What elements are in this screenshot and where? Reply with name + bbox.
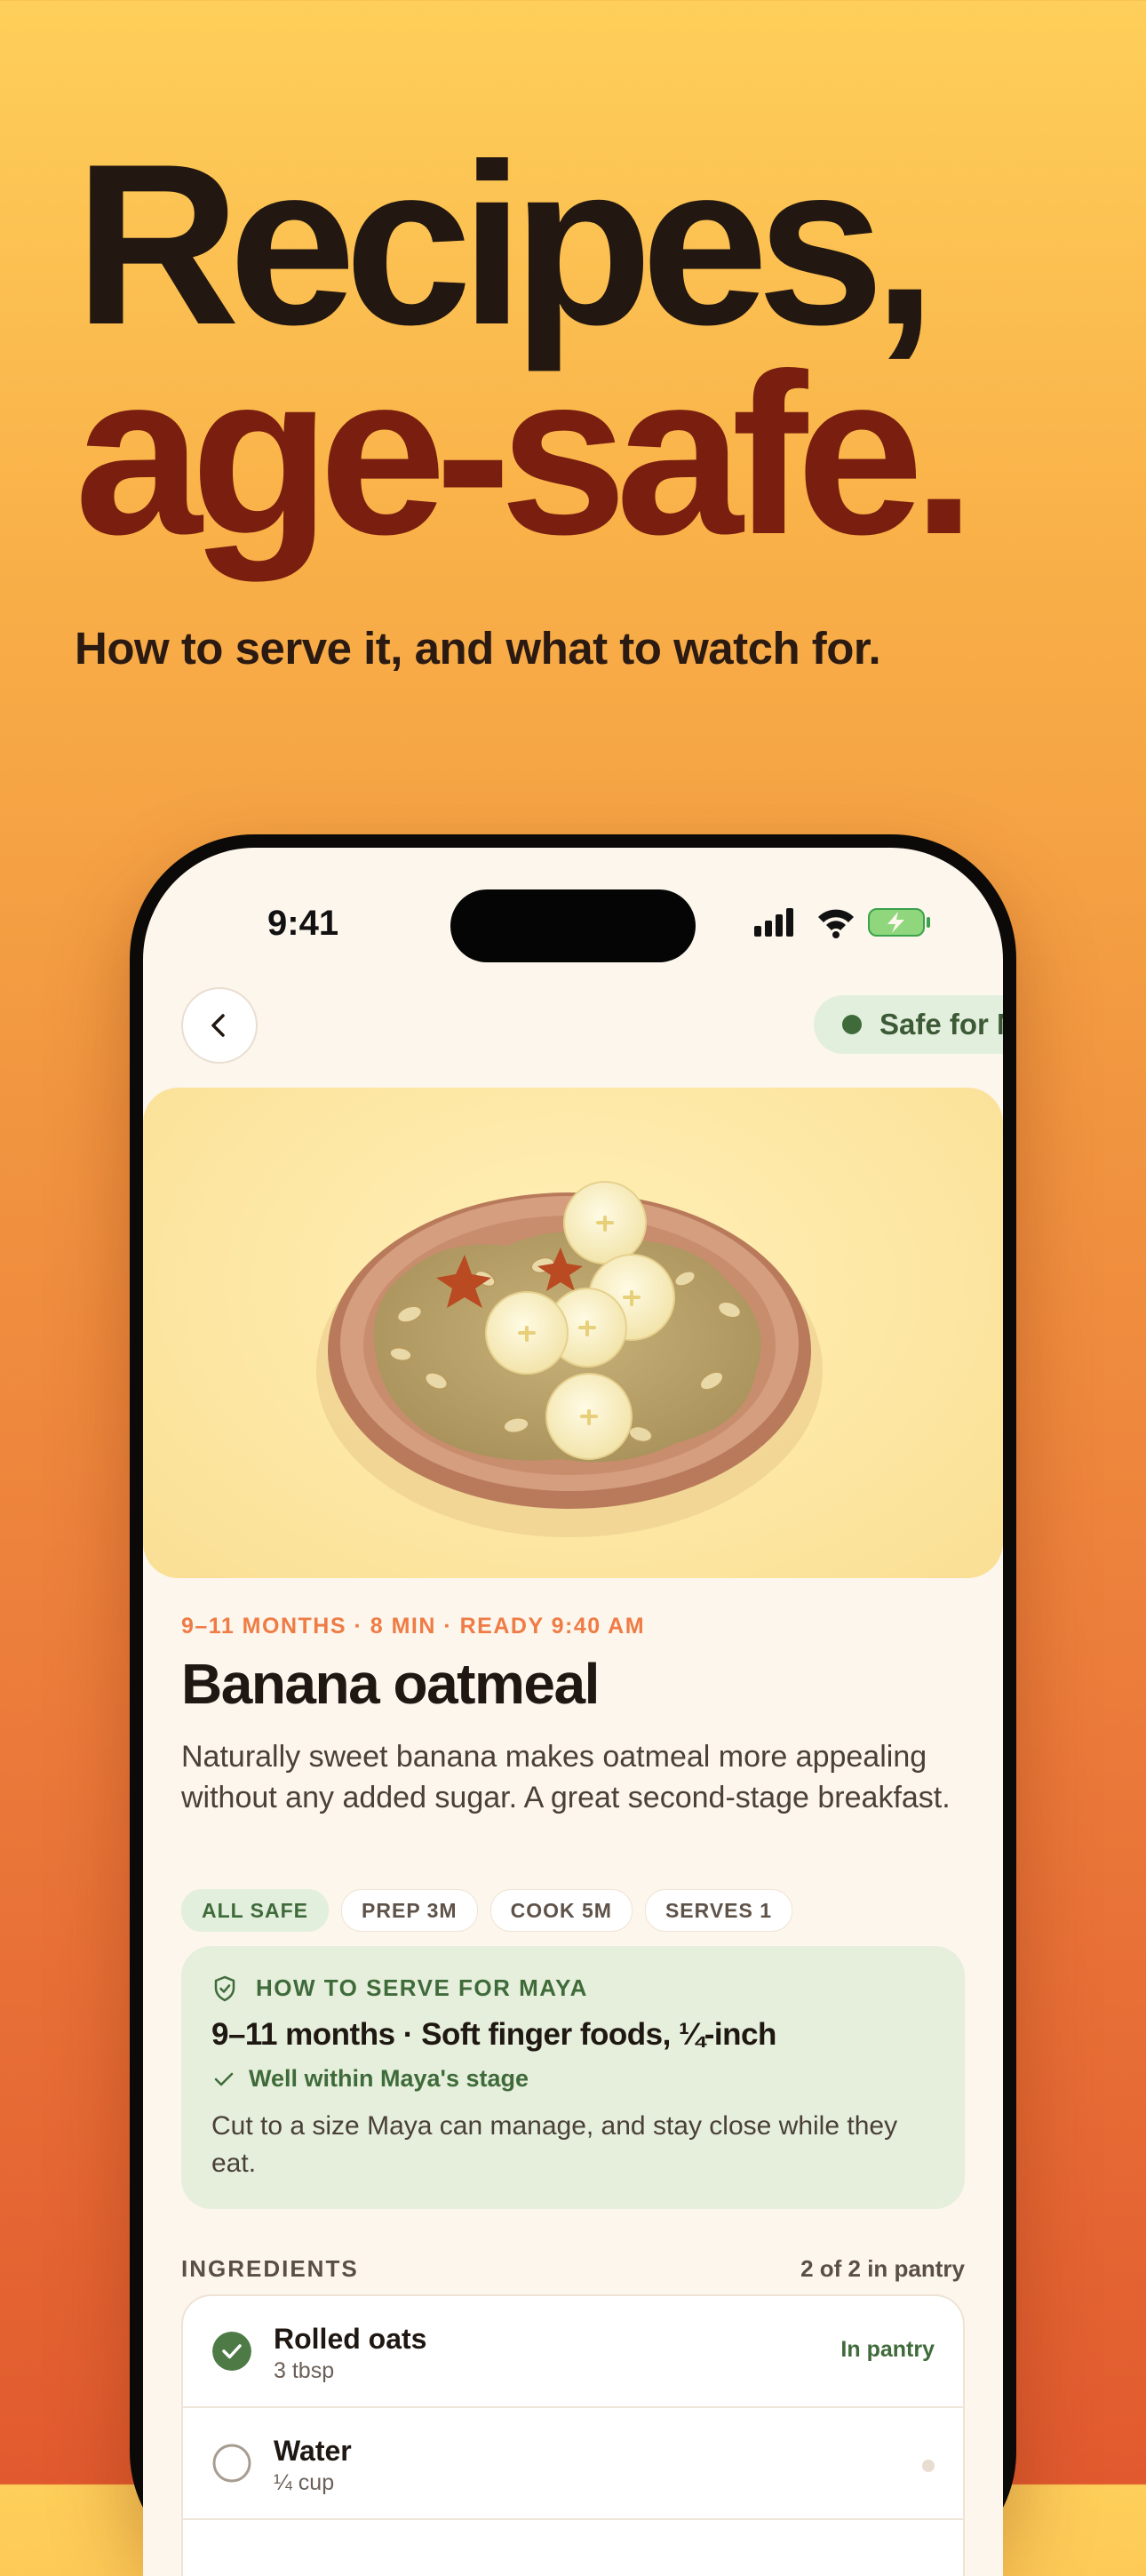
promo-headline: Recipes, age-safe. [75, 116, 976, 582]
check-icon [214, 2072, 234, 2086]
shield-check-icon [214, 1975, 235, 2001]
headline-line-1: Recipes, [75, 116, 936, 372]
back-chevron-icon [211, 1014, 225, 1037]
stage-check: Well within Maya's stage [213, 2065, 529, 2093]
ingredient-name: Rolled oats [274, 2323, 427, 2355]
battery-charging-icon [868, 908, 930, 937]
promo-subhead: How to serve it, and what to watch for. [75, 623, 881, 674]
oatmeal-bowl-illustration [316, 1181, 823, 1537]
recipe-hero-image [143, 1088, 1003, 1578]
pantry-status: In pantry [840, 2337, 935, 2362]
ingredient-row[interactable]: Water ¼ cup [183, 2408, 963, 2520]
dynamic-island [450, 889, 696, 962]
ingredients-list: Rolled oats 3 tbsp In pantry Water ¼ cup [181, 2294, 965, 2576]
ingredient-row[interactable]: Rolled oats 3 tbsp In pantry [183, 2296, 963, 2408]
phone-screen: 9:41 Safe for 9–11 MONTHS · 8 MIN · READ… [143, 848, 1003, 2576]
recipe-meta: 9–11 MONTHS · 8 MIN · READY 9:40 AM [181, 1614, 646, 1639]
recipe-description: Naturally sweet banana makes oatmeal mor… [181, 1740, 951, 1814]
ingredient-qty: 3 tbsp [274, 2358, 335, 2383]
status-icons [754, 908, 930, 938]
chip-cook: COOK 5M [489, 1889, 633, 1932]
serve-stage-title: 9–11 months · Soft finger foods, ¼-inch [211, 2017, 776, 2052]
ingredient-qty: ¼ cup [274, 2470, 335, 2495]
chip-prep: PREP 3M [341, 1889, 478, 1932]
serve-heading-label: HOW TO SERVE FOR MAYA [256, 1974, 588, 2001]
stage-check-label: Well within Maya's stage [249, 2065, 529, 2092]
recipe-chips: ALL SAFE PREP 3M COOK 5M SERVES 1 [181, 1889, 793, 1932]
safe-status-badge: Safe for Maya [814, 995, 1003, 1054]
cellular-signal-icon [754, 908, 793, 937]
recipe-title: Banana oatmeal [181, 1652, 600, 1716]
headline-line-2: age-safe. [75, 325, 976, 582]
ingredient-name: Water [274, 2435, 352, 2467]
serve-card-heading: HOW TO SERVE FOR MAYA [213, 1974, 588, 2002]
checkmark-circle-icon[interactable] [212, 2332, 251, 2371]
status-dot [842, 1015, 862, 1034]
pending-dot [922, 2460, 935, 2472]
chip-serves: SERVES 1 [644, 1889, 793, 1932]
serve-guidance: Cut to a size Maya can manage, and stay … [211, 2111, 898, 2178]
pantry-count: 2 of 2 in pantry [800, 2255, 965, 2282]
wifi-icon [818, 909, 854, 938]
safe-badge-label: Safe for Maya [879, 1008, 1003, 1041]
back-button[interactable] [181, 987, 258, 1064]
phone-frame: 9:41 Safe for 9–11 MONTHS · 8 MIN · READ… [130, 834, 1016, 2576]
ingredients-label: INGREDIENTS [181, 2255, 359, 2282]
empty-circle-icon[interactable] [212, 2444, 251, 2483]
how-to-serve-card: HOW TO SERVE FOR MAYA 9–11 months · Soft… [181, 1946, 965, 2209]
status-time: 9:41 [267, 904, 339, 943]
chip-all-safe: ALL SAFE [181, 1889, 330, 1932]
